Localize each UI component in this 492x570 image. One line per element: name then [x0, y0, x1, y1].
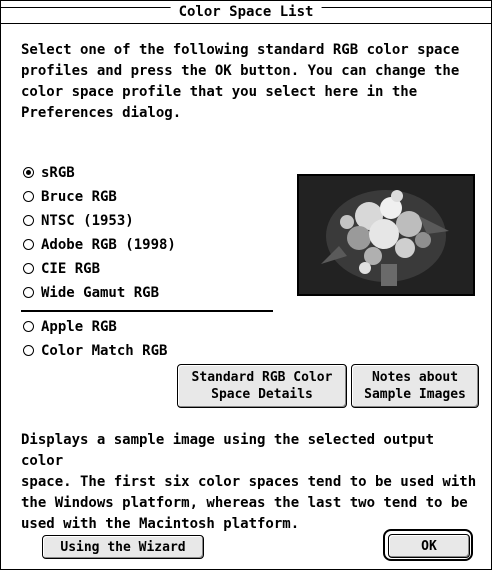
- radio-label: Color Match RGB: [41, 343, 168, 359]
- description-line: space. The first six color spaces tend t…: [21, 474, 477, 490]
- radio-button[interactable]: [23, 191, 34, 202]
- radio-label: Adobe RGB (1998): [41, 237, 176, 253]
- description-line: the Windows platform, whereas the last t…: [21, 495, 468, 511]
- radio-label: Apple RGB: [41, 319, 117, 335]
- button-label: Using the Wizard: [60, 539, 186, 555]
- group-divider: [21, 310, 273, 312]
- button-label-line: Notes about: [371, 370, 459, 385]
- intro-line: profiles and press the OK button. You ca…: [21, 63, 460, 79]
- button-label-line: Space Details: [211, 387, 313, 402]
- radio-button[interactable]: [23, 345, 34, 356]
- radio-button[interactable]: [23, 215, 34, 226]
- using-the-wizard-button[interactable]: Using the Wizard: [42, 535, 204, 559]
- radio-button[interactable]: [23, 263, 34, 274]
- button-label-line: Sample Images: [364, 387, 466, 402]
- radio-button[interactable]: [23, 321, 34, 332]
- button-label-line: Standard RGB Color: [191, 370, 333, 385]
- intro-line: Select one of the following standard RGB…: [21, 42, 460, 58]
- title-bar[interactable]: Color Space List: [1, 1, 491, 24]
- description-line: Displays a sample image using the select…: [21, 432, 435, 469]
- intro-text: Select one of the following standard RGB…: [21, 40, 471, 124]
- radio-button[interactable]: [23, 239, 34, 250]
- radio-label: NTSC (1953): [41, 213, 134, 229]
- standard-rgb-details-button[interactable]: Standard RGB Color Space Details: [177, 364, 347, 408]
- radio-button[interactable]: [23, 287, 34, 298]
- description-text: Displays a sample image using the select…: [21, 430, 481, 535]
- radio-label: CIE RGB: [41, 261, 101, 277]
- radio-label: sRGB: [41, 165, 75, 181]
- flower-bouquet-image: [299, 176, 473, 294]
- radio-button-selected[interactable]: [23, 167, 34, 178]
- button-label: OK: [421, 538, 437, 554]
- intro-line: Preferences dialog.: [21, 105, 182, 121]
- radio-label: Bruce RGB: [41, 189, 117, 205]
- intro-line: color space profile that you select here…: [21, 84, 418, 100]
- window-title: Color Space List: [170, 3, 322, 21]
- sample-image: [297, 174, 475, 296]
- color-space-list-dialog: Color Space List Select one of the follo…: [0, 0, 492, 570]
- notes-about-sample-images-button[interactable]: Notes about Sample Images: [351, 364, 479, 408]
- description-line: used with the Macintosh platform.: [21, 516, 300, 532]
- radio-label: Wide Gamut RGB: [41, 285, 160, 301]
- ok-button[interactable]: OK: [388, 534, 470, 558]
